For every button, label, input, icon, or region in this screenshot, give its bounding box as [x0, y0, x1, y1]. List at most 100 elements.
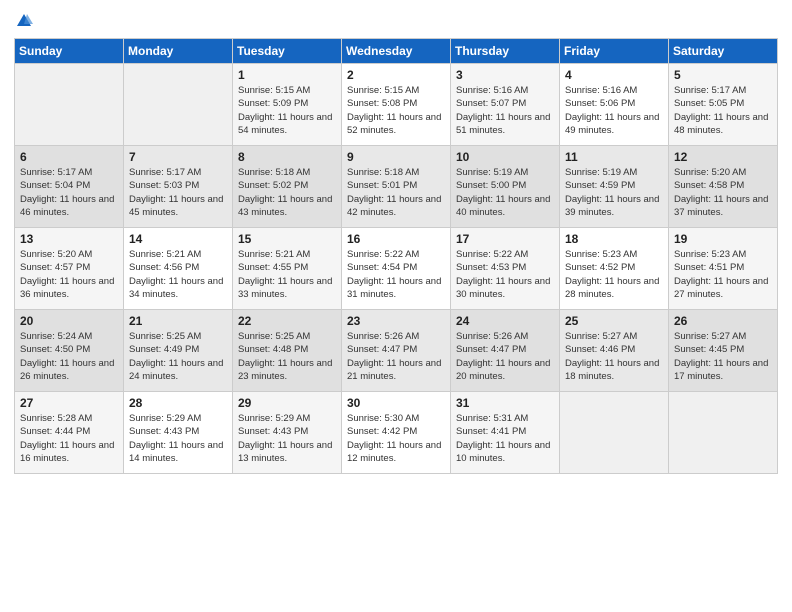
cell-info: Sunrise: 5:19 AMSunset: 5:00 PMDaylight:…	[456, 166, 554, 219]
cell-info: Sunrise: 5:29 AMSunset: 4:43 PMDaylight:…	[238, 412, 336, 465]
header-row: Sunday Monday Tuesday Wednesday Thursday…	[15, 39, 778, 64]
calendar-row-1: 1 Sunrise: 5:15 AMSunset: 5:09 PMDaylight…	[15, 64, 778, 146]
cell-info: Sunrise: 5:21 AMSunset: 4:56 PMDaylight:…	[129, 248, 227, 301]
cell-info: Sunrise: 5:23 AMSunset: 4:51 PMDaylight:…	[674, 248, 772, 301]
calendar-row-3: 13 Sunrise: 5:20 AMSunset: 4:57 PMDayligh…	[15, 228, 778, 310]
cell-info: Sunrise: 5:22 AMSunset: 4:53 PMDaylight:…	[456, 248, 554, 301]
day-number: 1	[238, 68, 336, 82]
day-number: 7	[129, 150, 227, 164]
calendar-cell: 12 Sunrise: 5:20 AMSunset: 4:58 PMDayligh…	[669, 146, 778, 228]
calendar-cell	[124, 64, 233, 146]
calendar-cell: 30 Sunrise: 5:30 AMSunset: 4:42 PMDayligh…	[342, 392, 451, 474]
cell-info: Sunrise: 5:26 AMSunset: 4:47 PMDaylight:…	[456, 330, 554, 383]
th-saturday: Saturday	[669, 39, 778, 64]
cell-info: Sunrise: 5:17 AMSunset: 5:05 PMDaylight:…	[674, 84, 772, 137]
page-container: Sunday Monday Tuesday Wednesday Thursday…	[0, 0, 792, 612]
day-number: 22	[238, 314, 336, 328]
logo	[14, 14, 33, 30]
cell-info: Sunrise: 5:25 AMSunset: 4:49 PMDaylight:…	[129, 330, 227, 383]
cell-info: Sunrise: 5:18 AMSunset: 5:01 PMDaylight:…	[347, 166, 445, 219]
calendar-row-4: 20 Sunrise: 5:24 AMSunset: 4:50 PMDayligh…	[15, 310, 778, 392]
day-number: 24	[456, 314, 554, 328]
day-number: 31	[456, 396, 554, 410]
calendar-cell: 1 Sunrise: 5:15 AMSunset: 5:09 PMDaylight…	[233, 64, 342, 146]
day-number: 11	[565, 150, 663, 164]
day-number: 15	[238, 232, 336, 246]
day-number: 2	[347, 68, 445, 82]
cell-info: Sunrise: 5:30 AMSunset: 4:42 PMDaylight:…	[347, 412, 445, 465]
calendar-cell: 14Sunrise: 5:21 AMSunset: 4:56 PMDayligh…	[124, 228, 233, 310]
cell-info: Sunrise: 5:25 AMSunset: 4:48 PMDaylight:…	[238, 330, 336, 383]
calendar-cell: 8 Sunrise: 5:18 AMSunset: 5:02 PMDaylight…	[233, 146, 342, 228]
calendar-cell: 29 Sunrise: 5:29 AMSunset: 4:43 PMDayligh…	[233, 392, 342, 474]
day-number: 13	[20, 232, 118, 246]
day-number: 6	[20, 150, 118, 164]
cell-info: Sunrise: 5:27 AMSunset: 4:46 PMDaylight:…	[565, 330, 663, 383]
day-number: 10	[456, 150, 554, 164]
day-number: 9	[347, 150, 445, 164]
day-number: 19	[674, 232, 772, 246]
calendar-cell: 16Sunrise: 5:22 AMSunset: 4:54 PMDayligh…	[342, 228, 451, 310]
calendar-cell: 4 Sunrise: 5:16 AMSunset: 5:06 PMDaylight…	[560, 64, 669, 146]
cell-info: Sunrise: 5:24 AMSunset: 4:50 PMDaylight:…	[20, 330, 118, 383]
th-wednesday: Wednesday	[342, 39, 451, 64]
cell-info: Sunrise: 5:15 AMSunset: 5:09 PMDaylight:…	[238, 84, 336, 137]
cell-info: Sunrise: 5:16 AMSunset: 5:06 PMDaylight:…	[565, 84, 663, 137]
th-sunday: Sunday	[15, 39, 124, 64]
calendar-row-2: 6Sunrise: 5:17 AMSunset: 5:04 PMDaylight…	[15, 146, 778, 228]
cell-info: Sunrise: 5:23 AMSunset: 4:52 PMDaylight:…	[565, 248, 663, 301]
cell-info: Sunrise: 5:31 AMSunset: 4:41 PMDaylight:…	[456, 412, 554, 465]
day-number: 16	[347, 232, 445, 246]
calendar-cell: 26 Sunrise: 5:27 AMSunset: 4:45 PMDayligh…	[669, 310, 778, 392]
cell-info: Sunrise: 5:15 AMSunset: 5:08 PMDaylight:…	[347, 84, 445, 137]
calendar-cell	[15, 64, 124, 146]
calendar-cell: 24 Sunrise: 5:26 AMSunset: 4:47 PMDayligh…	[451, 310, 560, 392]
calendar-cell: 7 Sunrise: 5:17 AMSunset: 5:03 PMDaylight…	[124, 146, 233, 228]
logo-icon	[15, 12, 33, 30]
calendar-cell: 6Sunrise: 5:17 AMSunset: 5:04 PMDaylight…	[15, 146, 124, 228]
cell-info: Sunrise: 5:18 AMSunset: 5:02 PMDaylight:…	[238, 166, 336, 219]
cell-info: Sunrise: 5:17 AMSunset: 5:03 PMDaylight:…	[129, 166, 227, 219]
cell-info: Sunrise: 5:26 AMSunset: 4:47 PMDaylight:…	[347, 330, 445, 383]
calendar-cell: 25 Sunrise: 5:27 AMSunset: 4:46 PMDayligh…	[560, 310, 669, 392]
day-number: 30	[347, 396, 445, 410]
day-number: 27	[20, 396, 118, 410]
day-number: 21	[129, 314, 227, 328]
calendar-cell: 28 Sunrise: 5:29 AMSunset: 4:43 PMDayligh…	[124, 392, 233, 474]
day-number: 12	[674, 150, 772, 164]
calendar-cell: 31 Sunrise: 5:31 AMSunset: 4:41 PMDayligh…	[451, 392, 560, 474]
th-thursday: Thursday	[451, 39, 560, 64]
cell-info: Sunrise: 5:16 AMSunset: 5:07 PMDaylight:…	[456, 84, 554, 137]
day-number: 25	[565, 314, 663, 328]
calendar-cell: 21 Sunrise: 5:25 AMSunset: 4:49 PMDayligh…	[124, 310, 233, 392]
calendar-cell: 5 Sunrise: 5:17 AMSunset: 5:05 PMDaylight…	[669, 64, 778, 146]
calendar-cell: 2 Sunrise: 5:15 AMSunset: 5:08 PMDaylight…	[342, 64, 451, 146]
day-number: 8	[238, 150, 336, 164]
calendar-cell: 9 Sunrise: 5:18 AMSunset: 5:01 PMDaylight…	[342, 146, 451, 228]
day-number: 4	[565, 68, 663, 82]
calendar-cell: 19 Sunrise: 5:23 AMSunset: 4:51 PMDayligh…	[669, 228, 778, 310]
calendar-cell: 10 Sunrise: 5:19 AMSunset: 5:00 PMDayligh…	[451, 146, 560, 228]
calendar-cell: 18 Sunrise: 5:23 AMSunset: 4:52 PMDayligh…	[560, 228, 669, 310]
calendar-cell	[560, 392, 669, 474]
day-number: 5	[674, 68, 772, 82]
cell-info: Sunrise: 5:27 AMSunset: 4:45 PMDaylight:…	[674, 330, 772, 383]
calendar-cell: 3Sunrise: 5:16 AMSunset: 5:07 PMDaylight…	[451, 64, 560, 146]
day-number: 26	[674, 314, 772, 328]
day-number: 20	[20, 314, 118, 328]
day-number: 17	[456, 232, 554, 246]
th-friday: Friday	[560, 39, 669, 64]
cell-info: Sunrise: 5:20 AMSunset: 4:58 PMDaylight:…	[674, 166, 772, 219]
cell-info: Sunrise: 5:28 AMSunset: 4:44 PMDaylight:…	[20, 412, 118, 465]
day-number: 29	[238, 396, 336, 410]
day-number: 18	[565, 232, 663, 246]
calendar-cell: 15 Sunrise: 5:21 AMSunset: 4:55 PMDayligh…	[233, 228, 342, 310]
calendar-cell: 27 Sunrise: 5:28 AMSunset: 4:44 PMDayligh…	[15, 392, 124, 474]
cell-info: Sunrise: 5:21 AMSunset: 4:55 PMDaylight:…	[238, 248, 336, 301]
cell-info: Sunrise: 5:29 AMSunset: 4:43 PMDaylight:…	[129, 412, 227, 465]
calendar-cell	[669, 392, 778, 474]
day-number: 28	[129, 396, 227, 410]
cell-info: Sunrise: 5:20 AMSunset: 4:57 PMDaylight:…	[20, 248, 118, 301]
calendar-cell: 20 Sunrise: 5:24 AMSunset: 4:50 PMDayligh…	[15, 310, 124, 392]
calendar-cell: 17 Sunrise: 5:22 AMSunset: 4:53 PMDayligh…	[451, 228, 560, 310]
